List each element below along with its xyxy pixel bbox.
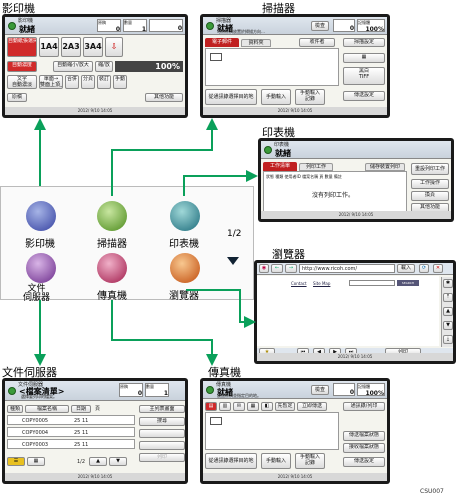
arrow-to-browser	[186, 289, 256, 328]
figure-id: CSU007	[420, 488, 444, 495]
connector-arrows	[34, 118, 258, 366]
arrow-to-printer	[183, 170, 258, 196]
arrow-to-fax	[111, 300, 218, 366]
arrow-to-scanner	[111, 118, 218, 196]
